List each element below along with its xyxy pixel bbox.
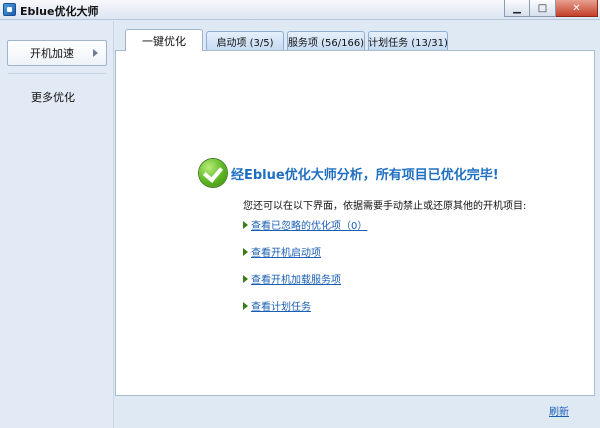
sidebar-item-more-optimization[interactable]: 更多优化 [7, 84, 107, 110]
window-controls: ▁ □ ✕ [504, 0, 598, 18]
arrow-right-icon [243, 220, 248, 229]
sidebar-item-label: 更多优化 [31, 91, 75, 104]
link-startup-items[interactable]: 查看开机启动项 [251, 244, 321, 259]
check-circle-icon [199, 159, 227, 187]
link-row: 查看计划任务 [243, 298, 311, 313]
arrow-right-icon [243, 247, 248, 256]
arrow-right-icon [243, 301, 248, 310]
arrow-right-icon [243, 274, 248, 283]
tab-one-click-optimize[interactable]: 一键优化 [125, 29, 203, 51]
instruction-text: 您还可以在以下界面，依据需要手动禁止或还原其他的开机项目: [243, 201, 527, 212]
app-icon [3, 3, 16, 16]
tab-startup-items[interactable]: 启动项 (3/5) [206, 31, 284, 50]
link-scheduled-tasks[interactable]: 查看计划任务 [251, 298, 311, 313]
title-bar: Eblue优化大师 ▁ □ ✕ [0, 0, 600, 20]
tab-services[interactable]: 服务项 (56/166) [287, 31, 365, 50]
link-boot-services[interactable]: 查看开机加载服务项 [251, 271, 341, 286]
window-title: Eblue优化大师 [20, 5, 99, 18]
status-headline: 经Eblue优化大师分析，所有项目已优化完毕! [231, 168, 499, 183]
sidebar-item-label: 开机加速 [30, 47, 74, 60]
close-button[interactable]: ✕ [556, 0, 598, 17]
close-icon: ✕ [572, 2, 581, 14]
minimize-icon: ▁ [513, 2, 521, 14]
link-ignored-items[interactable]: 查看已忽略的优化项（0） [251, 217, 367, 232]
minimize-button[interactable]: ▁ [504, 0, 530, 17]
link-row: 查看开机启动项 [243, 244, 321, 259]
maximize-icon: □ [537, 2, 548, 14]
sidebar-divider [8, 73, 106, 74]
sidebar-item-boot-speedup[interactable]: 开机加速 [7, 40, 107, 66]
refresh-link[interactable]: 刷新 [549, 403, 569, 418]
link-row: 查看开机加载服务项 [243, 271, 341, 286]
chevron-right-icon [93, 49, 98, 57]
sidebar: 开机加速 更多优化 [0, 21, 114, 428]
maximize-button[interactable]: □ [530, 0, 556, 17]
tab-scheduled-tasks[interactable]: 计划任务 (13/31) [368, 31, 448, 50]
link-row: 查看已忽略的优化项（0） [243, 217, 367, 232]
